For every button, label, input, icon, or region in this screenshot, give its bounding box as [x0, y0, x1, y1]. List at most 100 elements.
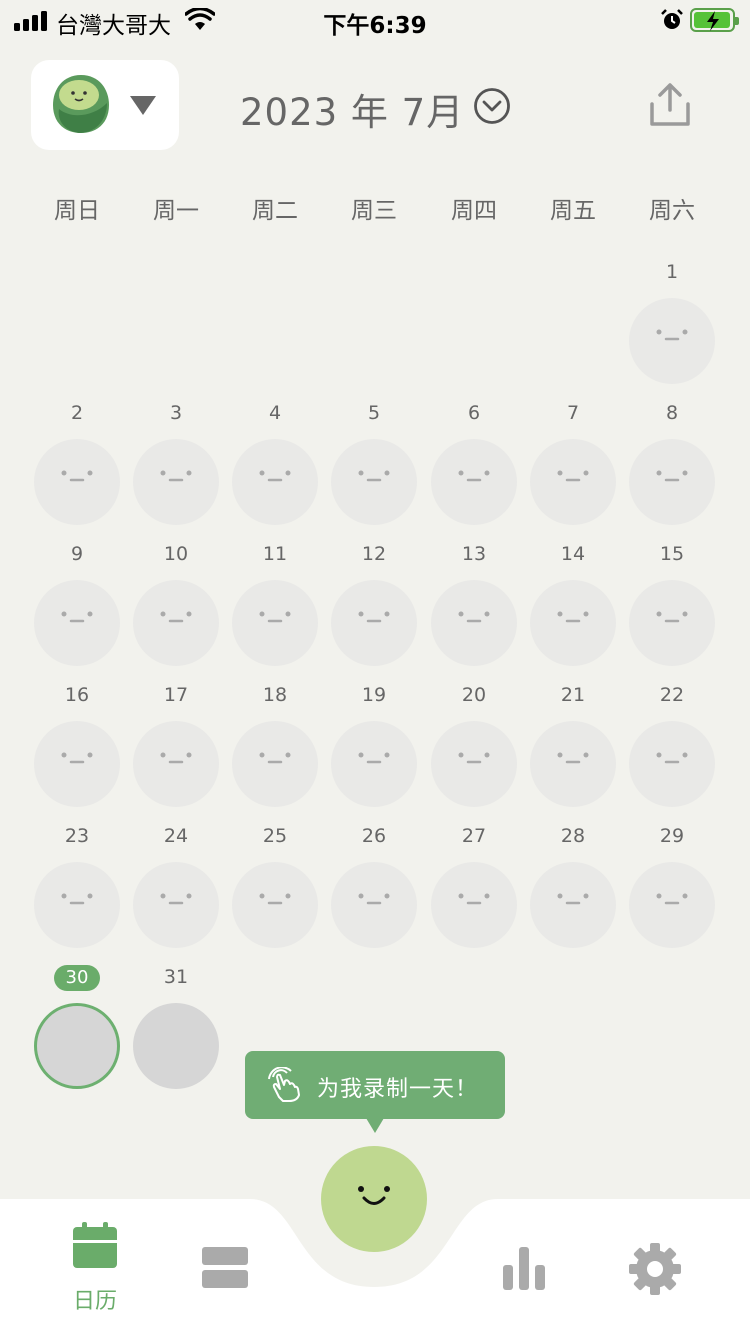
mood-slot-empty[interactable]	[34, 862, 120, 948]
mood-slot-empty[interactable]	[133, 580, 219, 666]
neutral-face-icon	[61, 470, 93, 482]
calendar-day[interactable]: 31	[128, 963, 224, 1089]
stats-icon[interactable]	[501, 1245, 547, 1291]
mood-slot-empty[interactable]	[232, 580, 318, 666]
mood-slot-empty[interactable]	[133, 862, 219, 948]
mood-slot-empty[interactable]	[232, 439, 318, 525]
neutral-face-icon	[458, 611, 490, 623]
mood-slot-empty[interactable]	[34, 439, 120, 525]
weekday-label: 周四	[451, 198, 497, 224]
calendar-day[interactable]: 3	[128, 399, 224, 525]
calendar-day[interactable]: 2	[29, 399, 125, 525]
calendar-day[interactable]: 14	[525, 540, 621, 666]
calendar-day[interactable]: 13	[426, 540, 522, 666]
mood-slot-empty[interactable]	[331, 721, 417, 807]
calendar-day[interactable]: 15	[624, 540, 720, 666]
day-number: 11	[262, 543, 288, 565]
calendar-day[interactable]: 9	[29, 540, 125, 666]
mood-slot-empty[interactable]	[629, 439, 715, 525]
neutral-face-icon	[259, 611, 291, 623]
neutral-face-icon	[458, 893, 490, 905]
calendar-day[interactable]: 22	[624, 681, 720, 807]
mood-slot-empty[interactable]	[331, 439, 417, 525]
day-number: 22	[659, 684, 685, 706]
mood-slot-empty[interactable]	[133, 721, 219, 807]
mood-slot-empty[interactable]	[530, 721, 616, 807]
calendar-day[interactable]: 17	[128, 681, 224, 807]
calendar-day[interactable]: 10	[128, 540, 224, 666]
neutral-face-icon	[358, 611, 390, 623]
day-number: 17	[163, 684, 189, 706]
day-number: 10	[163, 543, 189, 565]
record-day-tooltip[interactable]: 为我录制一天！	[245, 1051, 505, 1133]
day-number: 26	[361, 825, 387, 847]
day-number: 18	[262, 684, 288, 706]
share-icon[interactable]	[648, 82, 692, 128]
tooltip-text: 为我录制一天！	[317, 1077, 479, 1102]
calendar-day[interactable]: 19	[326, 681, 422, 807]
weekday-label: 周二	[252, 198, 298, 224]
calendar-day[interactable]: 11	[227, 540, 323, 666]
day-number: 8	[665, 402, 679, 424]
calendar-day[interactable]: 18	[227, 681, 323, 807]
alarm-icon	[661, 9, 683, 29]
mood-slot-empty[interactable]	[331, 580, 417, 666]
weekday-label: 周日	[54, 198, 100, 224]
calendar-day[interactable]: 8	[624, 399, 720, 525]
calendar-day[interactable]: 5	[326, 399, 422, 525]
calendar-day[interactable]: 26	[326, 822, 422, 948]
calendar-day[interactable]: 21	[525, 681, 621, 807]
neutral-face-icon	[160, 752, 192, 764]
mood-slot-empty[interactable]	[530, 862, 616, 948]
day-number: 13	[461, 543, 487, 565]
calendar-day[interactable]: 20	[426, 681, 522, 807]
calendar-day[interactable]: 6	[426, 399, 522, 525]
chevron-down-circle-icon[interactable]	[473, 87, 511, 125]
calendar-day[interactable]: 25	[227, 822, 323, 948]
day-number: 2	[70, 402, 84, 424]
calendar-day[interactable]: 24	[128, 822, 224, 948]
calendar-day[interactable]: 12	[326, 540, 422, 666]
mood-slot-empty[interactable]	[331, 862, 417, 948]
calendar-day[interactable]: 4	[227, 399, 323, 525]
calendar-day[interactable]: 23	[29, 822, 125, 948]
mood-slot-empty[interactable]	[133, 439, 219, 525]
mood-slot-empty[interactable]	[530, 580, 616, 666]
calendar-day[interactable]: 29	[624, 822, 720, 948]
calendar-day[interactable]: 30	[29, 963, 125, 1089]
mood-slot-today[interactable]	[34, 1003, 120, 1089]
day-number: 27	[461, 825, 487, 847]
calendar-icon[interactable]	[72, 1222, 118, 1270]
avatar-icon	[53, 75, 109, 133]
mood-slot-empty[interactable]	[34, 580, 120, 666]
list-icon[interactable]	[202, 1247, 248, 1289]
calendar-day[interactable]: 16	[29, 681, 125, 807]
mood-slot-empty[interactable]	[629, 580, 715, 666]
calendar-day[interactable]: 1	[624, 258, 720, 384]
mood-slot-empty[interactable]	[431, 439, 517, 525]
mood-slot-empty[interactable]	[431, 862, 517, 948]
record-face-button[interactable]	[321, 1146, 427, 1252]
neutral-face-icon	[259, 752, 291, 764]
day-number: 4	[268, 402, 282, 424]
neutral-face-icon	[259, 893, 291, 905]
mood-slot-empty[interactable]	[629, 721, 715, 807]
mood-slot-empty[interactable]	[629, 862, 715, 948]
mood-slot-empty[interactable]	[629, 298, 715, 384]
mood-slot-empty[interactable]	[431, 580, 517, 666]
day-number: 5	[367, 402, 381, 424]
day-number: 6	[467, 402, 481, 424]
mood-slot-future[interactable]	[133, 1003, 219, 1089]
profile-switcher-button[interactable]	[31, 60, 179, 150]
tab-calendar-label[interactable]: 日历	[62, 1283, 128, 1315]
mood-slot-empty[interactable]	[530, 439, 616, 525]
mood-slot-empty[interactable]	[232, 721, 318, 807]
calendar-day[interactable]: 7	[525, 399, 621, 525]
mood-slot-empty[interactable]	[232, 862, 318, 948]
calendar-day[interactable]: 28	[525, 822, 621, 948]
mood-slot-empty[interactable]	[34, 721, 120, 807]
mood-slot-empty[interactable]	[431, 721, 517, 807]
calendar-day[interactable]: 27	[426, 822, 522, 948]
month-title[interactable]: 2023 年 7月	[240, 82, 464, 136]
settings-gear-icon[interactable]	[628, 1242, 682, 1296]
